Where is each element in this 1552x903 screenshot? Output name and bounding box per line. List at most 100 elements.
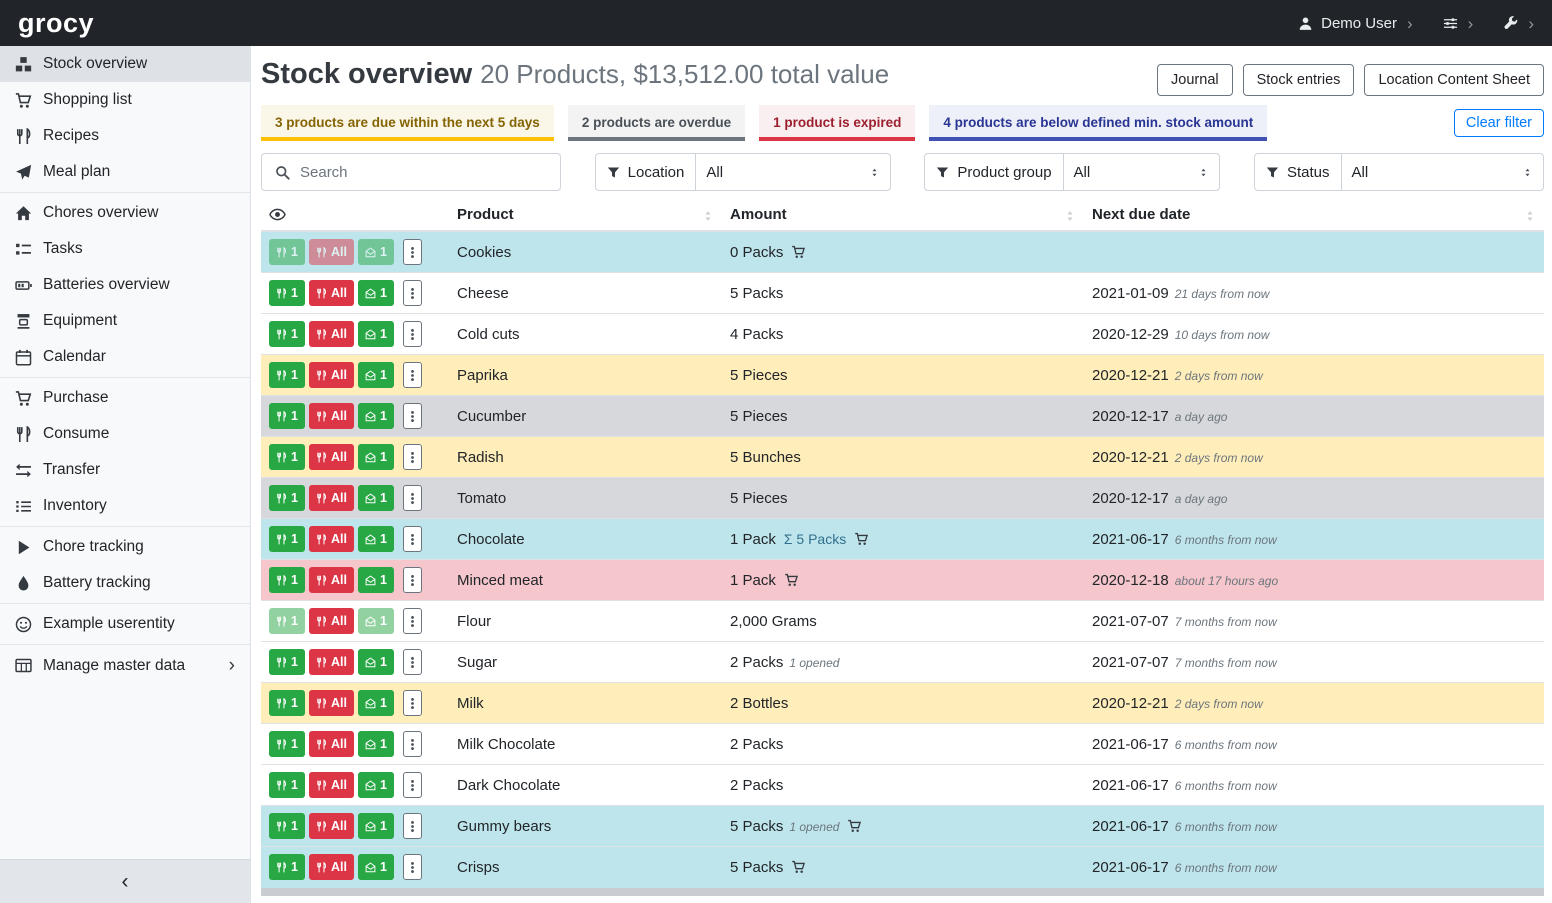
row-menu-button[interactable] bbox=[403, 362, 422, 388]
consume-all-button[interactable]: All bbox=[309, 854, 354, 880]
consume-one-button[interactable]: 1 bbox=[269, 526, 305, 552]
column-header-product[interactable]: Product bbox=[449, 199, 722, 231]
consume-all-button[interactable]: All bbox=[309, 813, 354, 839]
consume-all-button[interactable]: All bbox=[309, 567, 354, 593]
column-header-amount[interactable]: Amount bbox=[722, 199, 1084, 231]
sidebar-item-consume[interactable]: Consume bbox=[0, 416, 250, 452]
sidebar-item-meal-plan[interactable]: Meal plan bbox=[0, 154, 250, 190]
app-logo[interactable]: grocy bbox=[18, 8, 94, 39]
sidebar-item-tasks[interactable]: Tasks bbox=[0, 231, 250, 267]
open-one-button[interactable]: 1 bbox=[358, 731, 394, 757]
consume-one-button[interactable]: 1 bbox=[269, 854, 305, 880]
sidebar-item-chores-overview[interactable]: Chores overview bbox=[0, 195, 250, 231]
open-one-button[interactable]: 1 bbox=[358, 403, 394, 429]
open-one-button[interactable]: 1 bbox=[358, 362, 394, 388]
row-menu-button[interactable] bbox=[403, 690, 422, 716]
consume-all-button[interactable]: All bbox=[309, 649, 354, 675]
location-content-sheet-button[interactable]: Location Content Sheet bbox=[1364, 64, 1544, 96]
consume-all-button[interactable]: All bbox=[309, 608, 354, 634]
journal-button[interactable]: Journal bbox=[1157, 64, 1233, 96]
sidebar-item-stock-overview[interactable]: Stock overview bbox=[0, 46, 250, 82]
sidebar-item-inventory[interactable]: Inventory bbox=[0, 488, 250, 524]
row-menu-button[interactable] bbox=[403, 731, 422, 757]
row-menu-button[interactable] bbox=[403, 444, 422, 470]
consume-all-button[interactable]: All bbox=[309, 690, 354, 716]
consume-all-button[interactable]: All bbox=[309, 362, 354, 388]
open-one-button[interactable]: 1 bbox=[358, 321, 394, 347]
row-menu-button[interactable] bbox=[403, 239, 422, 265]
row-menu-button[interactable] bbox=[403, 403, 422, 429]
open-one-button[interactable]: 1 bbox=[358, 239, 394, 265]
settings-menu[interactable]: › bbox=[1443, 15, 1474, 32]
open-one-button[interactable]: 1 bbox=[358, 813, 394, 839]
consume-all-button[interactable]: All bbox=[309, 321, 354, 347]
sidebar-item-purchase[interactable]: Purchase bbox=[0, 380, 250, 416]
consume-one-button[interactable]: 1 bbox=[269, 321, 305, 347]
status-banner[interactable]: 4 products are below defined min. stock … bbox=[929, 105, 1267, 141]
row-menu-button[interactable] bbox=[403, 526, 422, 552]
consume-all-button[interactable]: All bbox=[309, 772, 354, 798]
open-one-button[interactable]: 1 bbox=[358, 608, 394, 634]
consume-all-button[interactable]: All bbox=[309, 280, 354, 306]
consume-one-button[interactable]: 1 bbox=[269, 772, 305, 798]
sidebar-item-chore-tracking[interactable]: Chore tracking bbox=[0, 529, 250, 565]
search-input[interactable] bbox=[300, 164, 560, 181]
column-header-next-due-date[interactable]: Next due date bbox=[1084, 199, 1544, 231]
open-one-button[interactable]: 1 bbox=[358, 567, 394, 593]
sidebar-item-shopping-list[interactable]: Shopping list bbox=[0, 82, 250, 118]
consume-one-button[interactable]: 1 bbox=[269, 362, 305, 388]
consume-all-button[interactable]: All bbox=[309, 403, 354, 429]
consume-one-button[interactable]: 1 bbox=[269, 690, 305, 716]
open-one-button[interactable]: 1 bbox=[358, 690, 394, 716]
row-menu-button[interactable] bbox=[403, 813, 422, 839]
sidebar-item-recipes[interactable]: Recipes bbox=[0, 118, 250, 154]
consume-one-button[interactable]: 1 bbox=[269, 444, 305, 470]
consume-one-button[interactable]: 1 bbox=[269, 608, 305, 634]
status-banner[interactable]: 1 product is expired bbox=[759, 105, 915, 141]
consume-all-button[interactable]: All bbox=[309, 526, 354, 552]
consume-all-button[interactable]: All bbox=[309, 485, 354, 511]
consume-one-button[interactable]: 1 bbox=[269, 239, 305, 265]
status-banner[interactable]: 2 products are overdue bbox=[568, 105, 745, 141]
status-banner[interactable]: 3 products are due within the next 5 day… bbox=[261, 105, 554, 141]
consume-one-button[interactable]: 1 bbox=[269, 649, 305, 675]
consume-one-button[interactable]: 1 bbox=[269, 731, 305, 757]
consume-one-button[interactable]: 1 bbox=[269, 485, 305, 511]
sidebar-item-example-userentity[interactable]: Example userentity bbox=[0, 606, 250, 642]
consume-all-button[interactable]: All bbox=[309, 239, 354, 265]
product-group-select[interactable]: All bbox=[1064, 164, 1220, 181]
open-one-button[interactable]: 1 bbox=[358, 280, 394, 306]
open-one-button[interactable]: 1 bbox=[358, 526, 394, 552]
row-menu-button[interactable] bbox=[403, 649, 422, 675]
sidebar-item-battery-tracking[interactable]: Battery tracking bbox=[0, 565, 250, 601]
clear-filter-button[interactable]: Clear filter bbox=[1454, 109, 1544, 137]
row-menu-button[interactable] bbox=[403, 608, 422, 634]
sidebar-item-transfer[interactable]: Transfer bbox=[0, 452, 250, 488]
consume-one-button[interactable]: 1 bbox=[269, 280, 305, 306]
row-menu-button[interactable] bbox=[403, 280, 422, 306]
consume-all-button[interactable]: All bbox=[309, 731, 354, 757]
stock-entries-button[interactable]: Stock entries bbox=[1243, 64, 1355, 96]
sidebar-item-manage-master-data[interactable]: Manage master data› bbox=[0, 647, 250, 684]
open-one-button[interactable]: 1 bbox=[358, 649, 394, 675]
consume-one-button[interactable]: 1 bbox=[269, 813, 305, 839]
consume-one-button[interactable]: 1 bbox=[269, 567, 305, 593]
consume-one-button[interactable]: 1 bbox=[269, 403, 305, 429]
location-select[interactable]: All bbox=[696, 164, 889, 181]
user-menu[interactable]: Demo User › bbox=[1298, 15, 1413, 32]
row-menu-button[interactable] bbox=[403, 854, 422, 880]
status-select[interactable]: All bbox=[1342, 164, 1543, 181]
row-menu-button[interactable] bbox=[403, 321, 422, 347]
admin-menu[interactable]: › bbox=[1503, 15, 1534, 32]
sidebar-item-calendar[interactable]: Calendar bbox=[0, 339, 250, 375]
open-one-button[interactable]: 1 bbox=[358, 772, 394, 798]
open-one-button[interactable]: 1 bbox=[358, 854, 394, 880]
sidebar-item-equipment[interactable]: Equipment bbox=[0, 303, 250, 339]
row-menu-button[interactable] bbox=[403, 567, 422, 593]
sidebar-collapse-button[interactable]: ‹ bbox=[0, 859, 250, 903]
sidebar-item-batteries-overview[interactable]: Batteries overview bbox=[0, 267, 250, 303]
consume-all-button[interactable]: All bbox=[309, 444, 354, 470]
open-one-button[interactable]: 1 bbox=[358, 444, 394, 470]
row-menu-button[interactable] bbox=[403, 772, 422, 798]
open-one-button[interactable]: 1 bbox=[358, 485, 394, 511]
